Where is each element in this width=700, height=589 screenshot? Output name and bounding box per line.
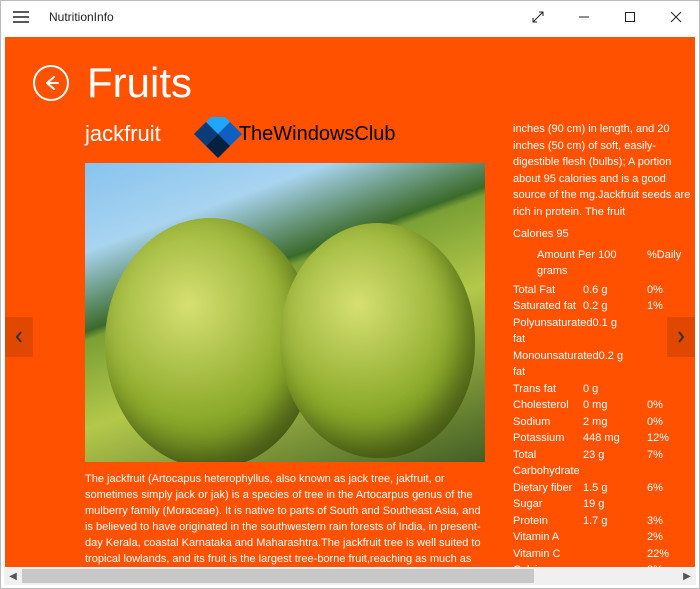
nutrient-name: Total Carbohydrate — [513, 447, 583, 480]
nutrient-value: 0 g — [583, 381, 647, 398]
nutrient-daily: 0% — [647, 282, 695, 299]
nutrient-daily: 1% — [647, 298, 695, 315]
nutrient-name: Saturated fat — [513, 298, 583, 315]
nutrient-value: 23 g — [583, 447, 647, 480]
windows-logo-icon — [194, 117, 242, 158]
nutrition-row: Cholesterol0 mg0% — [513, 397, 695, 414]
nutrient-name: Cholesterol — [513, 397, 583, 414]
nutrient-name: Vitamin A — [513, 529, 583, 546]
amount-header: Amount Per 100 grams — [517, 247, 647, 280]
nutrition-row: Vitamin A 2% — [513, 529, 695, 546]
chevron-left-icon — [14, 330, 24, 344]
prev-item-button[interactable] — [5, 317, 33, 357]
window-title: NutritionInfo — [49, 10, 515, 24]
nutrition-row: Dietary fiber1.5 g6% — [513, 480, 695, 497]
nutrient-daily: 22% — [647, 546, 695, 563]
nutrient-value: 0 mg — [583, 397, 647, 414]
nutrient-name: Total Fat — [513, 282, 583, 299]
fullscreen-icon — [532, 11, 544, 23]
item-name: jackfruit — [85, 121, 161, 147]
window-controls — [515, 1, 699, 33]
daily-header: %Daily — [647, 247, 695, 280]
nutrient-name: Sodium — [513, 414, 583, 431]
nutrition-row: Vitamin C 22% — [513, 546, 695, 563]
close-button[interactable] — [653, 1, 699, 33]
scroll-right-button[interactable]: ▶ — [678, 567, 696, 585]
nutrient-name: Vitamin C — [513, 546, 583, 563]
back-arrow-icon — [42, 74, 60, 92]
nutrition-header-row: Amount Per 100 grams %Daily — [513, 247, 695, 280]
nutrition-row: Saturated fat0.2 g1% — [513, 298, 695, 315]
nutrient-daily — [647, 496, 695, 513]
horizontal-scrollbar[interactable]: ◀ ▶ — [4, 567, 696, 585]
scroll-left-button[interactable]: ◀ — [4, 567, 22, 585]
nutrition-row: Sodium2 mg0% — [513, 414, 695, 431]
nutrient-value: 1.7 g — [583, 513, 647, 530]
nutrition-row: Sugar19 g — [513, 496, 695, 513]
nutrition-row: Potassium448 mg12% — [513, 430, 695, 447]
minimize-icon — [578, 11, 590, 23]
calories-line: Calories 95 — [513, 226, 695, 243]
nutrient-name: Protein — [513, 513, 583, 530]
nutrient-name: Dietary fiber — [513, 480, 583, 497]
nutrient-value: 0.2 g — [599, 348, 654, 381]
nutrition-row: Trans fat0 g — [513, 381, 695, 398]
titlebar: NutritionInfo — [1, 1, 699, 33]
next-item-button[interactable] — [667, 317, 695, 357]
nutrient-daily: 0% — [647, 414, 695, 431]
nutrient-daily: 2% — [647, 529, 695, 546]
nutrient-name: Trans fat — [513, 381, 583, 398]
nutrient-name: Sugar — [513, 496, 583, 513]
chevron-right-icon — [676, 330, 686, 344]
nutrient-daily — [647, 381, 695, 398]
hamburger-menu-button[interactable] — [1, 1, 41, 33]
nutrient-value: 0.6 g — [583, 282, 647, 299]
nutrient-value — [583, 546, 647, 563]
nutrient-daily: 6% — [647, 480, 695, 497]
minimize-button[interactable] — [561, 1, 607, 33]
nutrient-value: 0.2 g — [583, 298, 647, 315]
jackfruit-shape — [280, 223, 475, 458]
nutrient-daily: 3% — [647, 513, 695, 530]
nutrient-value: 1.5 g — [583, 480, 647, 497]
nutrient-name: Potassium — [513, 430, 583, 447]
nutrition-row: Protein1.7 g3% — [513, 513, 695, 530]
app-window: NutritionInfo — [0, 0, 700, 589]
back-button[interactable] — [33, 65, 69, 101]
maximize-icon — [624, 11, 636, 23]
page-header: Fruits — [5, 37, 695, 117]
nutrient-daily: 12% — [647, 430, 695, 447]
watermark-text: TheWindowsClub — [239, 123, 396, 146]
app-content: Fruits jackfruit TheWindowsClub — [5, 37, 695, 584]
content-area: jackfruit TheWindowsClub — [5, 117, 695, 584]
chevron-left-icon: ◀ — [9, 571, 17, 582]
fullscreen-button[interactable] — [515, 1, 561, 33]
left-column: jackfruit TheWindowsClub — [85, 117, 485, 584]
watermark-logo: TheWindowsClub — [201, 117, 396, 151]
maximize-button[interactable] — [607, 1, 653, 33]
item-photo — [85, 163, 485, 462]
nutrient-daily: 0% — [647, 397, 695, 414]
close-icon — [670, 11, 682, 23]
nutrient-value: 0.1 g — [593, 315, 652, 348]
nutrient-value: 448 mg — [583, 430, 647, 447]
nutrition-row: Total Carbohydrate23 g7% — [513, 447, 695, 480]
scrollbar-track[interactable] — [22, 567, 678, 585]
nutrient-value: 2 mg — [583, 414, 647, 431]
hamburger-icon — [13, 11, 29, 23]
chevron-right-icon: ▶ — [683, 571, 691, 582]
scrollbar-thumb[interactable] — [22, 569, 534, 583]
nutrient-value — [583, 529, 647, 546]
page-title: Fruits — [87, 59, 192, 107]
nutrient-name: Monounsaturated fat — [513, 348, 599, 381]
nutrient-value: 19 g — [583, 496, 647, 513]
continued-text: inches (90 cm) in length, and 20 inches … — [513, 121, 695, 220]
subheading-row: jackfruit TheWindowsClub — [85, 117, 485, 151]
nutrition-row: Total Fat0.6 g0% — [513, 282, 695, 299]
nutrient-name: Polyunsaturated fat — [513, 315, 593, 348]
nutrient-daily: 7% — [647, 447, 695, 480]
